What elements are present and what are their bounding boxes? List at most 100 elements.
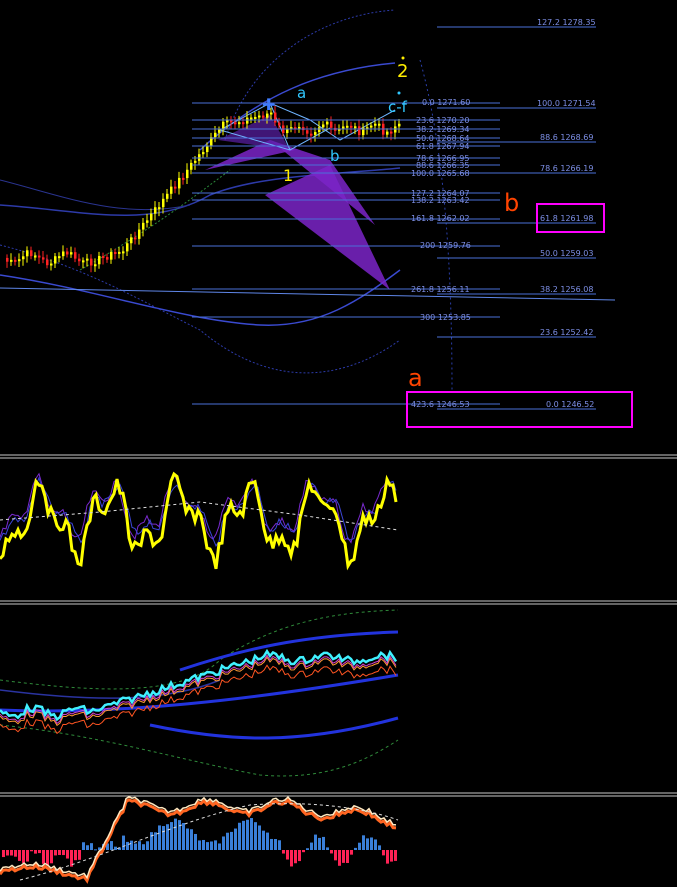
macd-histogram-bar: [18, 850, 21, 861]
wave-label-small-b: b: [330, 147, 340, 165]
candle: [94, 264, 97, 267]
macd-histogram-bar: [394, 850, 397, 861]
candle: [162, 198, 165, 208]
macd-main-line: [0, 795, 397, 880]
candle: [26, 250, 29, 257]
candle: [38, 255, 41, 258]
macd-histogram-bar: [338, 850, 341, 866]
macd-histogram-bar: [214, 840, 217, 850]
macd-histogram-bar: [290, 850, 293, 867]
macd-histogram-bar: [342, 850, 345, 863]
fib-label: 61.8 1261.98: [540, 214, 593, 223]
macd-histogram-bar: [262, 830, 265, 850]
macd-histogram-bar: [150, 832, 153, 850]
macd-histogram-bar: [206, 842, 209, 850]
candle: [238, 122, 241, 125]
macd-histogram-bar: [58, 850, 61, 855]
candle: [258, 115, 261, 118]
fib-label: 88.6 1268.69: [540, 133, 593, 142]
fib-label: 38.2 1269.34: [416, 125, 469, 134]
candle: [6, 257, 9, 262]
macd-histogram-bar: [318, 837, 321, 850]
candle: [270, 112, 273, 115]
macd-histogram-bar: [190, 829, 193, 850]
candle: [62, 251, 65, 257]
macd-histogram-bar: [78, 850, 81, 860]
macd-histogram-bar: [358, 842, 361, 850]
macd-histogram-bar: [310, 842, 313, 850]
candle: [254, 116, 257, 119]
candle: [194, 160, 197, 163]
candle: [218, 129, 221, 133]
candle: [318, 127, 321, 133]
candle: [98, 255, 101, 265]
wave-label-1: 1: [283, 166, 293, 185]
fib-label: 200 1259.76: [420, 241, 471, 250]
macd-histogram-bar: [202, 839, 205, 850]
candle: [378, 123, 381, 126]
candle: [58, 256, 61, 259]
candle: [126, 243, 129, 252]
fib-label: 23.6 1270.20: [416, 116, 469, 125]
candle: [354, 126, 357, 129]
candle: [214, 132, 217, 138]
macd-histogram-bar: [134, 843, 137, 850]
macd-histogram-bar: [154, 832, 157, 850]
fib-label: 161.8 1262.02: [411, 214, 470, 223]
macd-histogram-bar: [166, 824, 169, 850]
macd-histogram-bar: [174, 818, 177, 850]
ma-fast-orange: [0, 656, 397, 727]
candle: [262, 115, 265, 118]
macd-histogram-bar: [110, 841, 113, 850]
candle: [230, 120, 233, 123]
candle: [118, 251, 121, 254]
candle: [166, 193, 169, 199]
macd-histogram-bar: [90, 843, 93, 850]
macd-histogram-bar: [386, 850, 389, 864]
ma-lower: [149, 716, 399, 740]
candle: [138, 229, 141, 239]
candle: [54, 256, 57, 264]
wave-cf-dot: [397, 91, 401, 95]
macd-histogram-bar: [182, 823, 185, 850]
candle: [202, 152, 205, 155]
macd-histogram-bar: [222, 836, 225, 850]
candle: [146, 220, 149, 223]
candle: [42, 257, 45, 260]
candle: [86, 258, 89, 261]
wave-label-2: 2: [397, 61, 408, 82]
moving-average-pane[interactable]: [0, 609, 399, 777]
candle: [390, 131, 393, 134]
oscillator-pane[interactable]: [0, 471, 399, 571]
candle: [342, 126, 345, 129]
wave-label-big-a: a: [408, 364, 423, 392]
main-price-pane[interactable]: ✚ 0.0 1271.60 23.6 1270.20 38.2 1269.34 …: [0, 9, 633, 428]
candle: [374, 123, 377, 126]
macd-pane[interactable]: [0, 795, 399, 884]
candle: [306, 130, 309, 134]
candle: [82, 260, 85, 263]
candle: [322, 124, 325, 128]
candle: [398, 123, 401, 127]
candle: [314, 132, 317, 135]
macd-histogram-bar: [378, 845, 381, 850]
macd-histogram-bar: [266, 832, 269, 850]
macd-histogram-bar: [138, 841, 141, 850]
fib-label: 100.0 1271.54: [537, 99, 596, 108]
candle: [386, 131, 389, 135]
wave-2-dot: [401, 56, 405, 60]
candle: [130, 237, 133, 244]
macd-histogram-bar: [390, 850, 393, 862]
macd-histogram-bar: [158, 825, 161, 850]
macd-histogram-bar: [126, 841, 129, 850]
candle: [190, 162, 193, 170]
candle: [174, 186, 177, 189]
candle: [170, 186, 173, 194]
macd-histogram-bar: [38, 850, 41, 854]
candle: [346, 125, 349, 128]
macd-histogram-bar: [298, 850, 301, 862]
candle: [278, 122, 281, 126]
macd-histogram-bar: [234, 828, 237, 850]
candle: [158, 207, 161, 210]
trading-chart[interactable]: ✚ 0.0 1271.60 23.6 1270.20 38.2 1269.34 …: [0, 0, 677, 887]
